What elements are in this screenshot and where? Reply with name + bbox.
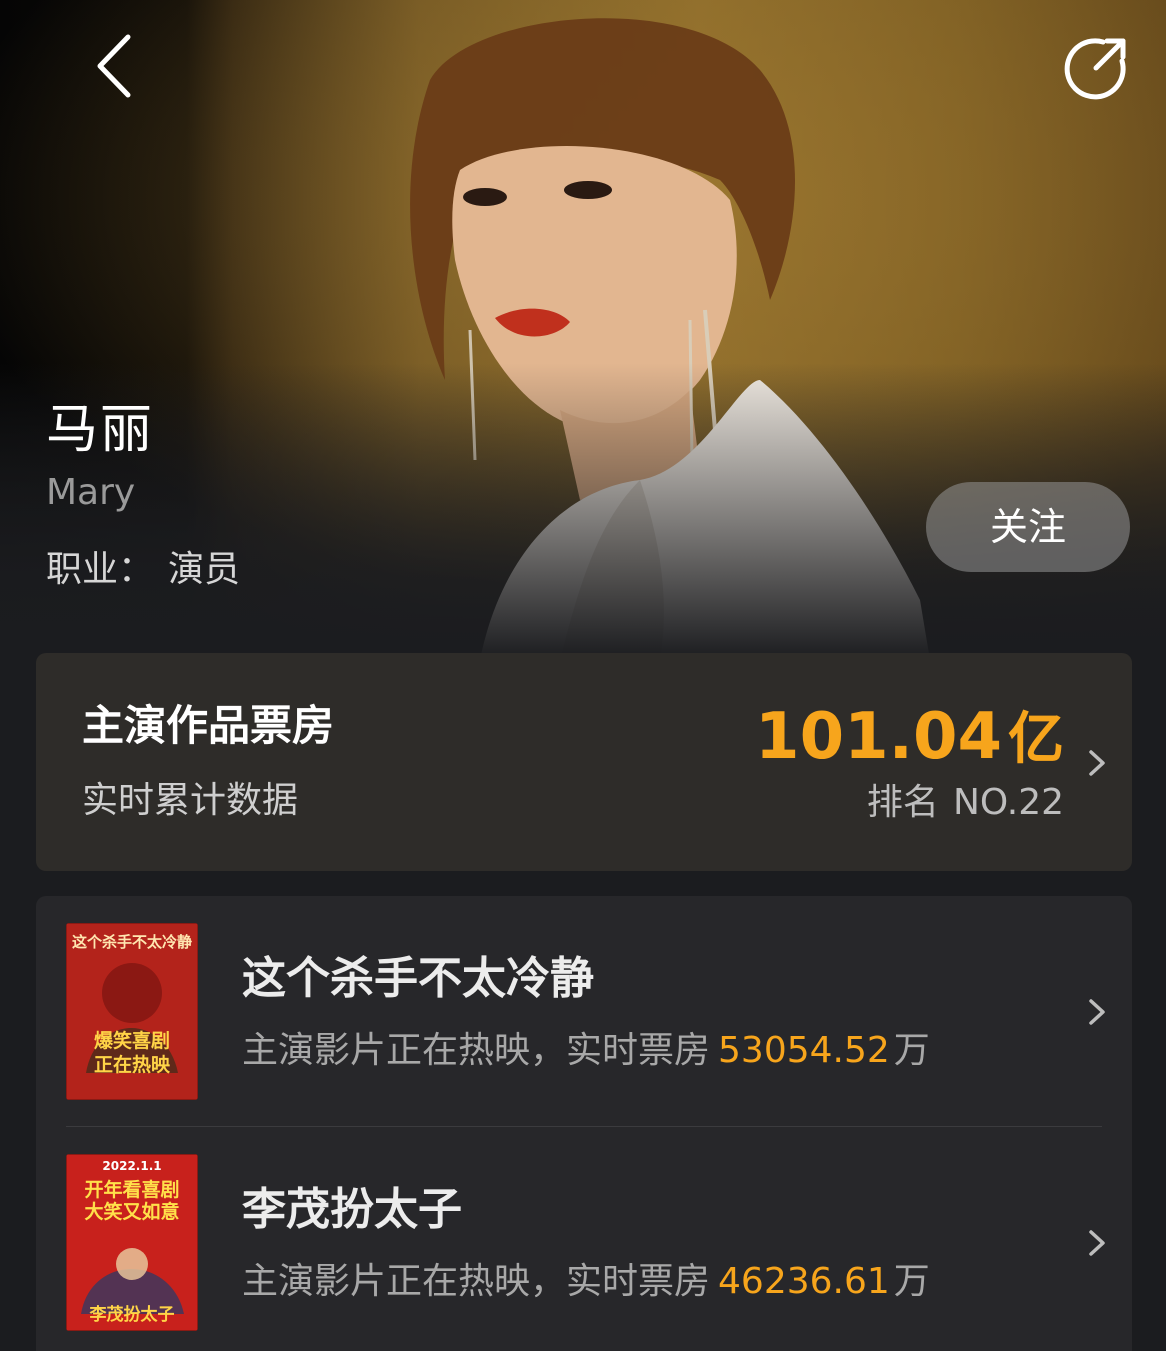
actor-occupation: 职业： 演员 [46, 546, 240, 594]
movie-title: 这个杀手不太冷静 [242, 953, 594, 1004]
poster-title-text: 李茂扮太子 [90, 1304, 175, 1325]
movie-title: 李茂扮太子 [242, 1184, 462, 1235]
poster-tagline-2: 大笑又如意 [84, 1200, 179, 1223]
movie-status-text: 主演影片正在热映，实时票房 [242, 1030, 711, 1071]
actor-page: 马丽 Mary 职业： 演员 关注 主演作品票房 实时累计数据 101.04 亿 排… [0, 0, 1166, 1351]
movie-gross: 53054.52 [718, 1030, 890, 1071]
rank-value: NO.22 [952, 782, 1064, 823]
movie-poster: 2022.1.1 开年看喜剧 大笑又如意 李茂扮太子 [66, 1154, 198, 1331]
movie-row[interactable]: 2022.1.1 开年看喜剧 大笑又如意 李茂扮太子 李茂扮太子 主演影片正在热… [36, 1127, 1132, 1351]
movie-gross-unit: 万 [893, 1030, 930, 1071]
actor-english-name: Mary [46, 472, 136, 513]
movie-gross-unit: 万 [893, 1261, 930, 1302]
chevron-left-icon [97, 34, 131, 98]
chevron-right-icon [1089, 750, 1105, 776]
box-office-total-value: 101.04 [755, 700, 1002, 774]
poster-tagline-1: 开年看喜剧 [84, 1178, 179, 1201]
movie-list: 这个杀手不太冷静 爆笑喜剧 正在热映 这个杀手不太冷静 主演影片正在热映，实时票… [36, 896, 1132, 1351]
share-button[interactable] [1058, 30, 1134, 106]
movie-row[interactable]: 这个杀手不太冷静 爆笑喜剧 正在热映 这个杀手不太冷静 主演影片正在热映，实时票… [36, 896, 1132, 1127]
box-office-title: 主演作品票房 [82, 701, 335, 750]
box-office-rank: 排名 NO.22 [867, 779, 1064, 827]
actor-name: 马丽 [46, 400, 155, 460]
movie-box-office-info: 主演影片正在热映，实时票房 46236.61 万 [242, 1257, 930, 1307]
box-office-total-unit: 亿 [1008, 707, 1064, 772]
box-office-subtitle: 实时累计数据 [82, 780, 299, 821]
movie-gross: 46236.61 [718, 1261, 890, 1302]
chevron-right-icon [1089, 999, 1105, 1025]
poster-tagline-1: 爆笑喜剧 [94, 1029, 170, 1052]
movie-box-office-info: 主演影片正在热映，实时票房 53054.52 万 [242, 1026, 930, 1076]
poster-title-text: 这个杀手不太冷静 [72, 933, 192, 951]
hero-banner: 马丽 Mary 职业： 演员 关注 [0, 0, 1166, 660]
occupation-value: 演员 [168, 549, 241, 590]
movie-status-text: 主演影片正在热映，实时票房 [242, 1261, 711, 1302]
poster-date-text: 2022.1.1 [102, 1159, 161, 1173]
poster-tagline-2: 正在热映 [94, 1053, 171, 1076]
box-office-total: 101.04 亿 [755, 701, 1064, 789]
follow-button[interactable]: 关注 [926, 482, 1130, 572]
back-button[interactable] [82, 30, 146, 102]
movie-poster: 这个杀手不太冷静 爆笑喜剧 正在热映 [66, 923, 198, 1100]
share-icon [1064, 38, 1126, 100]
box-office-card[interactable]: 主演作品票房 实时累计数据 101.04 亿 排名 NO.22 [36, 653, 1132, 871]
occupation-label: 职业： [46, 549, 155, 590]
chevron-right-icon [1089, 1230, 1105, 1256]
rank-label: 排名 [866, 782, 939, 823]
